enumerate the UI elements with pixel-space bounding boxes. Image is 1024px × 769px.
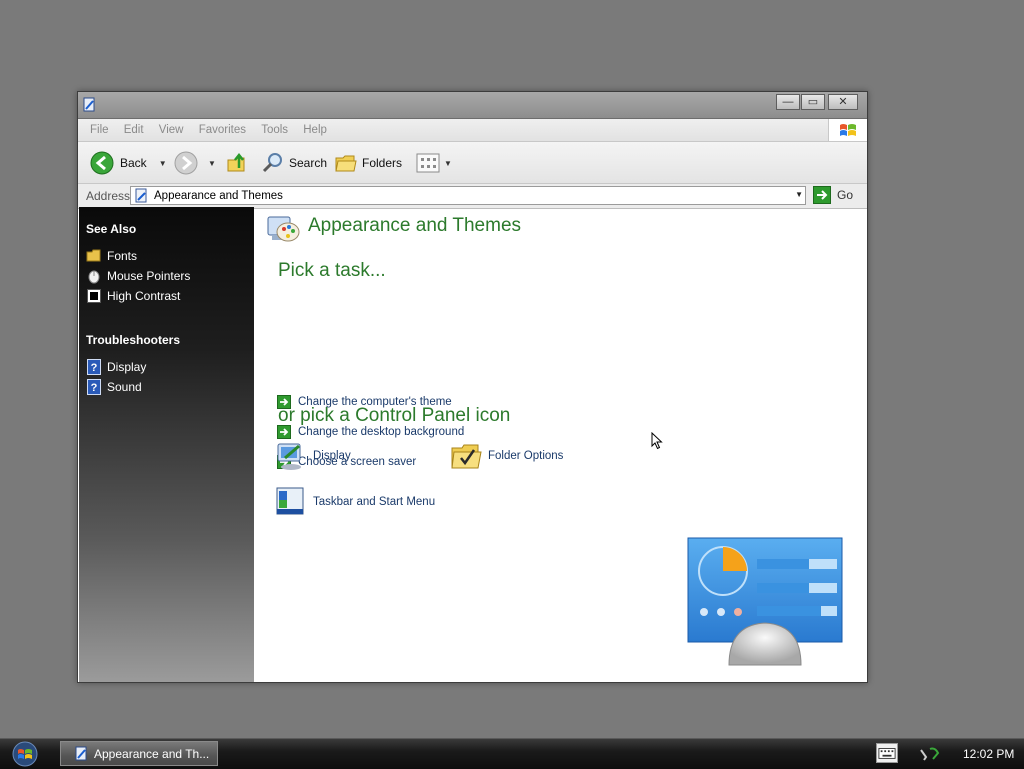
appearance-themes-icon xyxy=(267,216,300,242)
task-arrow-icon xyxy=(277,425,291,439)
windows-flag-icon xyxy=(828,119,867,141)
cp-icon-label: Folder Options xyxy=(488,450,564,462)
keyboard-icon[interactable] xyxy=(876,743,898,763)
help-icon: ? xyxy=(86,379,102,395)
control-panel-illustration xyxy=(687,537,843,666)
sidebar-item-sound[interactable]: ? Sound xyxy=(86,379,142,395)
close-button[interactable]: ✕ xyxy=(828,94,858,110)
address-input[interactable]: Appearance and Themes ▼ xyxy=(130,186,806,205)
sidebar-item-high-contrast[interactable]: High Contrast xyxy=(86,288,180,304)
up-folder-button[interactable] xyxy=(226,150,248,176)
maximize-button[interactable]: ▭ xyxy=(801,94,825,110)
sidebar-item-label: Fonts xyxy=(107,249,138,263)
task-label: Change the desktop background xyxy=(298,426,465,438)
sidebar-item-label: High Contrast xyxy=(107,289,181,303)
forward-arrow-icon xyxy=(174,151,198,175)
go-arrow-icon xyxy=(813,186,831,204)
menu-bar: File Edit View Favorites Tools Help xyxy=(78,119,867,142)
folders-label: Folders xyxy=(362,156,403,170)
go-label: Go xyxy=(837,188,854,202)
taskbar-item-label: Appearance and Th... xyxy=(94,746,210,761)
main-content: Appearance and Themes Pick a task... Cha… xyxy=(255,207,867,682)
tray-network-icon[interactable] xyxy=(918,745,942,763)
svg-text:?: ? xyxy=(91,362,98,374)
control-panel-icon xyxy=(83,97,95,112)
go-button[interactable]: Go xyxy=(813,186,853,204)
up-folder-icon xyxy=(227,152,245,172)
taskbar-icon xyxy=(276,487,304,515)
address-dropdown-icon[interactable]: ▼ xyxy=(795,190,803,199)
address-bar: Address Appearance and Themes ▼ Go xyxy=(78,184,867,209)
cp-icon-label: Display xyxy=(313,450,351,462)
page-title: Appearance and Themes xyxy=(308,215,522,236)
svg-text:?: ? xyxy=(91,382,98,394)
explorer-window: — ▭ ✕ File Edit View Favorites Tools Hel… xyxy=(77,91,868,683)
address-value: Appearance and Themes xyxy=(154,189,283,202)
cp-icon-display[interactable]: Display xyxy=(275,440,351,472)
back-arrow-icon xyxy=(90,151,114,175)
views-icon xyxy=(416,153,440,173)
see-also-heading: See Also xyxy=(86,222,137,236)
search-icon xyxy=(262,153,282,173)
contrast-icon xyxy=(86,288,102,304)
control-panel-icon xyxy=(75,746,87,760)
pick-task-heading: Pick a task... xyxy=(278,260,386,281)
menu-file[interactable]: File xyxy=(90,119,109,141)
menu-view[interactable]: View xyxy=(159,119,184,141)
folders-button[interactable]: Folders xyxy=(334,150,402,176)
clock[interactable]: 12:02 PM xyxy=(963,747,1014,761)
taskbar-item-appearance-themes[interactable]: Appearance and Th... xyxy=(60,741,218,766)
menu-favorites[interactable]: Favorites xyxy=(199,119,246,141)
help-icon: ? xyxy=(86,359,102,375)
mouse-cursor-icon xyxy=(651,432,663,450)
sidebar: See Also Fonts Mouse Pointers High Contr… xyxy=(79,207,254,682)
search-label: Search xyxy=(289,156,328,170)
search-button[interactable]: Search xyxy=(261,150,327,176)
forward-button[interactable]: ▼ xyxy=(174,150,216,176)
title-bar[interactable]: — ▭ ✕ xyxy=(78,92,867,119)
control-panel-icon xyxy=(135,188,147,202)
sidebar-item-label: Sound xyxy=(107,380,142,394)
views-dropdown-icon[interactable]: ▼ xyxy=(444,159,452,168)
back-button[interactable]: Back ▼ xyxy=(90,150,167,176)
start-button[interactable] xyxy=(8,741,42,767)
sidebar-item-label: Display xyxy=(107,360,147,374)
sidebar-item-display[interactable]: ? Display xyxy=(86,359,146,375)
views-button[interactable]: ▼ xyxy=(416,150,452,176)
mouse-icon xyxy=(86,268,102,284)
back-label: Back xyxy=(120,156,147,170)
sidebar-item-label: Mouse Pointers xyxy=(107,269,191,283)
taskbar: Appearance and Th... 12:02 PM xyxy=(0,738,1024,769)
menu-help[interactable]: Help xyxy=(303,119,327,141)
minimize-button[interactable]: — xyxy=(776,94,800,110)
pick-icon-heading: or pick a Control Panel icon xyxy=(278,405,511,426)
sidebar-item-mouse-pointers[interactable]: Mouse Pointers xyxy=(86,268,190,284)
cp-icon-label: Taskbar and Start Menu xyxy=(313,496,436,508)
display-icon xyxy=(277,443,301,470)
forward-dropdown-icon[interactable]: ▼ xyxy=(208,159,216,168)
cp-icon-taskbar-start-menu[interactable]: Taskbar and Start Menu xyxy=(275,486,435,518)
task-change-background-link[interactable]: Change the desktop background xyxy=(277,425,464,439)
menu-tools[interactable]: Tools xyxy=(261,119,288,141)
sidebar-item-fonts[interactable]: Fonts xyxy=(86,248,137,264)
menu-edit[interactable]: Edit xyxy=(124,119,144,141)
toolbar: Back ▼ ▼ Search Folders ▼ xyxy=(78,142,867,184)
back-dropdown-icon[interactable]: ▼ xyxy=(159,159,167,168)
cp-icon-folder-options[interactable]: Folder Options xyxy=(450,440,563,472)
folder-icon xyxy=(86,248,102,264)
address-label: Address xyxy=(86,189,131,203)
folders-icon xyxy=(335,155,357,172)
troubleshooters-heading: Troubleshooters xyxy=(86,333,181,347)
folder-options-icon xyxy=(451,444,482,469)
